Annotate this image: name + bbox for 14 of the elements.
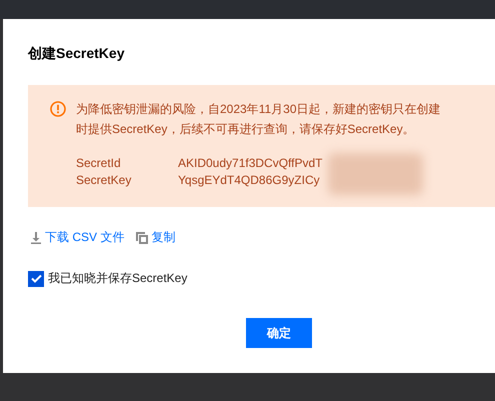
download-link[interactable]: 下载 CSV 文件 (30, 229, 124, 246)
key-label: SecretKey (76, 172, 132, 189)
key-label: SecretId (76, 155, 121, 172)
key-value: AKID0udy71f3DCvQffPvdT (178, 155, 323, 172)
checkbox[interactable] (28, 270, 44, 286)
warning-message: 为降低密钥泄漏的风险，自2023年11月30日起，新建的密钥只在创建时提供SecretKey，后续不可再进行查询，请保存好SecretKey。 (76, 101, 442, 138)
copy-icon (136, 232, 148, 244)
checkbox-label: 我已知晓并保存SecretKey (48, 270, 188, 287)
copy-link[interactable]: 复制 (136, 229, 176, 246)
dialog-title: 创建SecretKey (28, 45, 124, 63)
warning-icon (50, 101, 66, 117)
confirm-button[interactable]: 确定 (246, 318, 312, 348)
download-icon (30, 232, 42, 244)
key-value: YqsgEYdT4QD86G9yZICy (178, 172, 320, 189)
